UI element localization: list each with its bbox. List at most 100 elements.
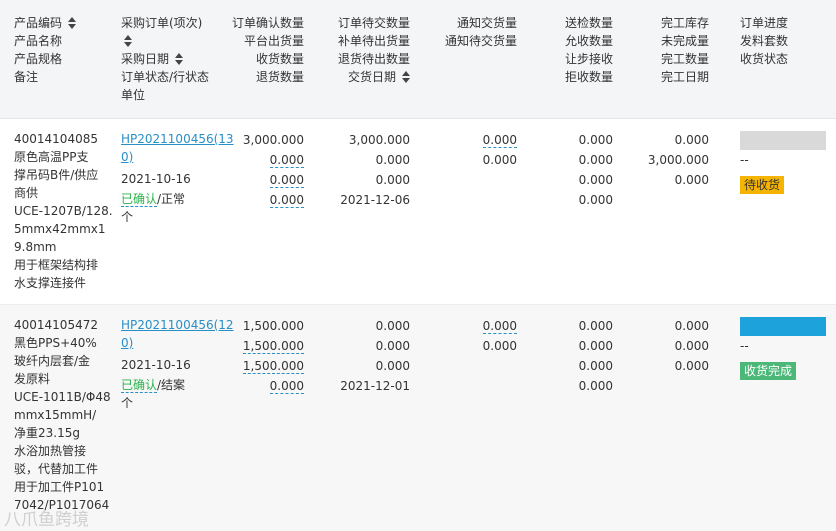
product-remark: 用于加工件P101 <box>14 480 105 494</box>
quantity-values: 1,500.000 1,500.000 1,500.000 0.000 <box>200 316 304 396</box>
product-text: 商供 <box>14 186 39 200</box>
product-spec: 9.8mm <box>14 240 57 254</box>
table-row: 40014105472 黑色PPS+40% 玻纤内层套/金 发原料 UCE-10… <box>0 305 836 531</box>
notice-qty[interactable]: 0.000 <box>482 319 517 334</box>
return-pending-qty: 0.000 <box>375 359 410 373</box>
quantity-values: 3,000.000 0.000 0.000 0.000 <box>200 130 304 210</box>
product-info: 40014105472 黑色PPS+40% 玻纤内层套/金 发原料 UCE-10… <box>14 316 111 514</box>
return-pending-qty: 0.000 <box>375 173 410 187</box>
header-reorder-pending: 补单待出货量 <box>337 34 410 48</box>
notice-values: 0.000 0.000 <box>420 130 517 170</box>
header-col-quantity: 订单确认数量 平台出货量 收货数量 退货数量 <box>200 14 304 86</box>
concession-qty: 0.000 <box>578 173 613 187</box>
header-product-name: 产品名称 <box>14 34 63 48</box>
order-link[interactable]: 0) <box>121 150 133 164</box>
status-confirmed[interactable]: 已确认 <box>121 192 158 207</box>
unfinished-qty: 0.000 <box>674 339 709 353</box>
notice-qty[interactable]: 0.000 <box>482 133 517 148</box>
finished-stock: 0.000 <box>674 133 709 147</box>
inspection-values: 0.000 0.000 0.000 0.000 <box>530 130 613 210</box>
status-badge: 收货完成 <box>740 362 797 380</box>
rejected-qty: 0.000 <box>578 379 613 393</box>
header-notice-qty: 通知交货量 <box>456 16 517 30</box>
header-notice-pending: 通知待交货量 <box>444 34 517 48</box>
product-code: 40014105472 <box>14 318 98 332</box>
header-order-status: 订单状态/行状态 <box>121 70 210 84</box>
concession-qty: 0.000 <box>578 359 613 373</box>
platform-shipped-qty[interactable]: 1,500.000 <box>242 339 304 354</box>
table-header: 产品编码 产品名称 产品规格 备注 采购订单(项次) 采购日期 订单状态/行状态… <box>0 0 836 119</box>
header-platform-shipped: 平台出货量 <box>243 34 304 48</box>
completion-values: 0.000 0.000 0.000 <box>620 316 709 376</box>
status-badge: 待收货 <box>740 176 785 194</box>
product-text: 玻纤内层套/金 <box>14 354 91 368</box>
header-col-pending: 订单待交数量 补单待出货量 退货待出数量 交货日期 <box>300 14 410 86</box>
kit-sets: -- <box>740 339 749 353</box>
header-receipt-status: 收货状态 <box>740 52 789 66</box>
unit: 个 <box>121 396 134 410</box>
product-spec: mmx15mmH/ <box>14 408 97 422</box>
received-qty[interactable]: 1,500.000 <box>242 359 304 374</box>
product-spec: UCE-1011B/Φ48 <box>14 390 111 404</box>
line-status: /正常 <box>157 192 186 206</box>
header-returned-qty: 退货数量 <box>255 70 304 84</box>
unit: 个 <box>121 210 134 224</box>
reorder-pending-qty: 0.000 <box>375 339 410 353</box>
table-row: 40014104085 原色高温PP支 撑吊码B件/供应 商供 UCE-1207… <box>0 119 836 305</box>
header-received-qty: 收货数量 <box>255 52 304 66</box>
inspection-qty: 0.000 <box>578 133 613 147</box>
header-unfinished-qty: 未完成量 <box>660 34 709 48</box>
header-unit: 单位 <box>121 88 146 102</box>
notice-values: 0.000 0.000 <box>420 316 517 356</box>
accepted-qty: 0.000 <box>578 339 613 353</box>
confirmed-qty: 1,500.000 <box>242 319 304 333</box>
returned-qty[interactable]: 0.000 <box>269 379 304 394</box>
product-code: 40014104085 <box>14 132 98 146</box>
product-remark: 水浴加热管接 <box>14 444 87 458</box>
order-progress-bar <box>740 317 826 336</box>
product-spec: UCE-1207B/128. <box>14 204 113 218</box>
returned-qty[interactable]: 0.000 <box>269 193 304 208</box>
notice-pending-qty: 0.000 <box>482 153 517 167</box>
delivery-date: 2021-12-06 <box>340 193 410 207</box>
platform-shipped-qty[interactable]: 0.000 <box>269 153 304 168</box>
status-confirmed[interactable]: 已确认 <box>121 378 158 393</box>
received-qty[interactable]: 0.000 <box>269 173 304 188</box>
header-order-progress: 订单进度 <box>740 16 789 30</box>
header-kit-sets: 发料套数 <box>740 34 789 48</box>
header-col-order: 采购订单(项次) 采购日期 订单状态/行状态 单位 <box>121 14 209 104</box>
confirmed-qty: 3,000.000 <box>242 133 304 147</box>
finished-stock: 0.000 <box>674 319 709 333</box>
product-remark: 用于框架结构排 <box>14 258 99 272</box>
header-col-completion: 完工库存 未完成量 完工数量 完工日期 <box>620 14 709 86</box>
product-text: 原色高温PP支 <box>14 150 89 164</box>
line-status: /结案 <box>157 378 186 392</box>
sort-icon[interactable] <box>402 71 410 83</box>
header-purchase-date: 采购日期 <box>121 52 170 66</box>
order-link[interactable]: 0) <box>121 336 133 350</box>
completion-values: 0.000 3,000.000 0.000 <box>620 130 709 190</box>
header-accepted-qty: 允收数量 <box>564 34 613 48</box>
product-spec: 5mmx42mmx1 <box>14 222 106 236</box>
order-progress-bar <box>740 131 826 150</box>
delivery-date: 2021-12-01 <box>340 379 410 393</box>
watermark: 八爪鱼跨境 <box>4 510 89 530</box>
header-inspection-qty: 送检数量 <box>564 16 613 30</box>
inspection-qty: 0.000 <box>578 319 613 333</box>
sort-icon[interactable] <box>175 53 184 65</box>
product-text: 撑吊码B件/供应 <box>14 168 99 182</box>
rejected-qty: 0.000 <box>578 193 613 207</box>
sort-icon[interactable] <box>68 17 77 29</box>
pending-values: 3,000.000 0.000 0.000 2021-12-06 <box>300 130 410 210</box>
header-finished-date: 完工日期 <box>660 70 709 84</box>
header-col-notice: 通知交货量 通知待交货量 <box>420 14 517 50</box>
pending-qty: 3,000.000 <box>348 133 410 147</box>
header-col-inspection: 送检数量 允收数量 让步接收 拒收数量 <box>530 14 613 86</box>
header-finished-stock: 完工库存 <box>660 16 709 30</box>
kit-sets: -- <box>740 153 749 167</box>
sort-icon[interactable] <box>124 35 132 47</box>
product-text: 黑色PPS+40% <box>14 336 97 350</box>
header-concession: 让步接收 <box>564 52 613 66</box>
header-product-spec: 产品规格 <box>14 52 63 66</box>
inspection-values: 0.000 0.000 0.000 0.000 <box>530 316 613 396</box>
